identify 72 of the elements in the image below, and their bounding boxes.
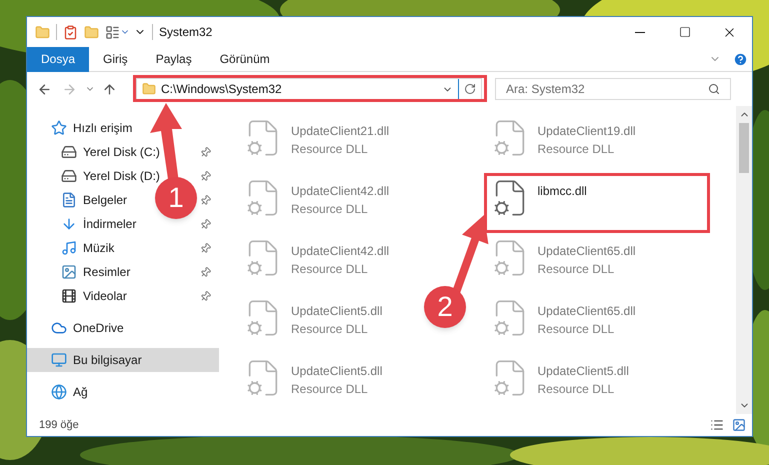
nav-item[interactable]: Hızlı erişim [51,119,132,137]
file-name[interactable]: UpdateClient65.dll [538,242,636,260]
item-count: 199 öğe [39,418,80,433]
file-name[interactable]: UpdateClient65.dll [538,302,636,320]
ribbon-tab[interactable]: Paylaş [142,46,206,72]
file-name[interactable]: UpdateClient42.dll [291,182,390,200]
nav-item[interactable]: Belgeler [61,191,128,209]
monitor-icon [51,352,67,368]
scrollbar[interactable] [736,106,752,414]
maximize-icon [678,26,690,38]
cloud-icon [51,320,67,336]
nav-item[interactable]: İndirmeler [61,215,136,233]
up-icon[interactable] [102,82,117,96]
details-view-icon[interactable] [710,418,724,432]
nav-item[interactable]: Videolar [61,287,127,305]
nav-label: Videolar [83,288,127,305]
nav-label: Resimler [83,264,130,281]
file-type: Resource DLL [538,261,616,278]
search-placeholder: Ara: System32 [506,81,586,98]
file-name[interactable]: UpdateClient21.dll [291,122,390,140]
refresh-icon[interactable] [464,83,476,95]
file-type: Resource DLL [538,321,616,338]
file-name[interactable]: UpdateClient5.dll [538,362,629,380]
document-icon [61,192,77,208]
music-note-icon [61,240,77,256]
search-icon [708,83,720,95]
nav-item[interactable]: Bu bilgisayar [27,348,219,372]
star-icon [51,120,67,136]
file-type: Resource DLL [291,381,369,398]
address-path: C:\Windows\System32 [161,81,282,98]
network-icon [51,384,67,400]
image-icon [61,264,77,280]
nav-label: Yerel Disk (C:) [83,144,160,161]
help-icon[interactable] [733,52,748,66]
file-type: Resource DLL [538,141,616,158]
nav-item[interactable]: Ağ [51,383,88,401]
ribbon-tab[interactable]: Görünüm [206,46,284,72]
properties-icon[interactable] [63,24,78,40]
nav-item[interactable]: Yerel Disk (C:) [61,143,160,161]
ribbon-tab[interactable]: Giriş [89,46,142,72]
drive-icon [61,168,77,184]
file-type: Resource DLL [291,141,369,158]
nav-label: Hızlı erişim [73,120,132,137]
large-icons-view-icon[interactable] [732,418,746,432]
file-name[interactable]: UpdateClient19.dll [538,122,636,140]
nav-label: Bu bilgisayar [73,352,142,369]
file-type: Resource DLL [291,261,369,278]
ribbon-tab[interactable]: Dosya [27,46,90,72]
file-name[interactable]: UpdateClient5.dll [291,362,382,380]
drive-icon [61,144,77,160]
film-icon [61,288,77,304]
file-type: Resource DLL [291,201,369,218]
folder-icon [142,82,156,96]
nav-label: Ağ [73,384,88,401]
nav-item[interactable]: Resimler [61,263,130,281]
view-icon[interactable] [105,24,120,40]
file-name[interactable]: libmcc.dll [538,182,587,200]
download-icon [61,216,77,232]
nav-label: Belgeler [83,192,128,209]
nav-item[interactable]: OneDrive [51,319,124,337]
file-type: Resource DLL [538,381,616,398]
nav-item[interactable]: Müzik [61,239,114,257]
nav-label: İndirmeler [83,216,136,233]
file-name[interactable]: UpdateClient42.dll [291,242,390,260]
search-field[interactable]: Ara: System32 [495,78,731,100]
file-type: Resource DLL [291,321,369,338]
back-icon[interactable] [37,82,52,96]
window-title: System32 [159,24,212,41]
nav-label: OneDrive [73,320,124,337]
scroll-thumb[interactable] [739,123,749,173]
nav-label: Müzik [83,240,114,257]
file-name[interactable]: UpdateClient5.dll [291,302,382,320]
